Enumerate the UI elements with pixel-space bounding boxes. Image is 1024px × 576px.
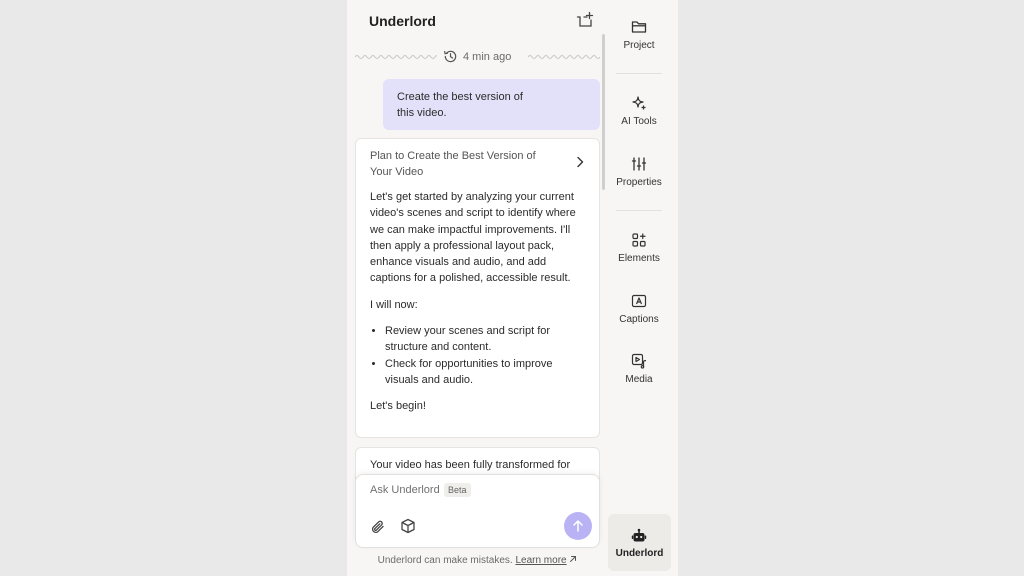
timestamp-text: 4 min ago [463,51,512,63]
rail-divider [616,73,662,74]
external-arrow-icon[interactable] [569,555,577,563]
rail-label: Project [623,40,655,51]
plan-bullet-list: Review your scenes and script for struct… [370,323,585,388]
chat-scrollbar[interactable] [602,34,605,190]
rail-label: Underlord [615,548,664,559]
rail-label: Media [625,374,653,385]
chat-timestamp: 4 min ago [355,47,600,67]
user-message-bubble: Create the best version of this video. [383,79,600,130]
elements-icon [632,233,646,247]
disclaimer-text: Underlord can make mistakes. [377,555,516,566]
plan-bullet-item: Review your scenes and script for struct… [385,323,585,356]
right-tool-rail: Project AI Tools Properties Elements Cap… [608,0,678,576]
paperclip-icon[interactable] [370,519,386,535]
new-chat-icon [576,11,594,27]
rail-item-media[interactable]: Media [608,353,670,385]
chevron-right-icon[interactable] [575,156,585,168]
rail-item-properties[interactable]: Properties [608,156,670,188]
user-message-line: Create the best version of [397,91,523,103]
plan-card-title-line: Your Video [370,165,424,178]
beta-badge: Beta [444,483,471,497]
rail-item-elements[interactable]: Elements [608,232,670,264]
rail-item-underlord[interactable]: Underlord [608,514,671,571]
rail-label: Elements [618,253,660,264]
cube-icon[interactable] [400,518,416,534]
history-clock-icon [444,50,457,63]
result-card-text: Your video has been fully transformed fo… [370,459,571,471]
plan-card-title-line: Plan to Create the Best Version of [370,150,536,162]
media-icon [631,353,647,369]
plan-paragraph: Let's get started by analyzing your curr… [370,191,576,285]
captions-icon [631,294,647,308]
rail-item-project[interactable]: Project [608,19,670,51]
sparkle-icon [632,96,646,110]
chat-input[interactable]: Ask Underlord [370,484,440,496]
plan-card-title[interactable]: Plan to Create the Best Version of Your … [370,149,560,180]
rail-label: Properties [616,177,662,188]
underlord-chat-panel: Underlord 4 min ago Create the best vers… [347,0,608,576]
plan-paragraph: I will now: [370,298,418,311]
folder-icon [631,21,647,33]
plan-bullet-item: Check for opportunities to improve visua… [385,356,585,389]
rail-label: AI Tools [621,116,657,127]
divider-wave [355,55,437,59]
sliders-icon [631,157,647,171]
plan-paragraph: Let's begin! [370,400,426,413]
new-chat-button[interactable] [576,11,594,29]
panel-title: Underlord [369,13,436,29]
disclaimer: Underlord can make mistakes. Learn more [347,555,608,566]
learn-more-link[interactable]: Learn more [515,555,566,566]
rail-item-ai-tools[interactable]: AI Tools [608,95,670,127]
rail-item-captions[interactable]: Captions [608,293,670,325]
divider-wave [528,55,600,59]
plan-card: Plan to Create the Best Version of Your … [355,138,600,438]
chat-input-box[interactable]: Ask Underlord Beta [355,474,600,548]
arrow-up-icon [573,520,583,532]
robot-icon [631,528,647,542]
rail-divider [616,210,662,211]
app-window: Underlord 4 min ago Create the best vers… [347,0,678,576]
user-message-line: this video. [397,107,447,119]
rail-label: Captions [619,314,659,325]
send-button[interactable] [564,512,592,540]
